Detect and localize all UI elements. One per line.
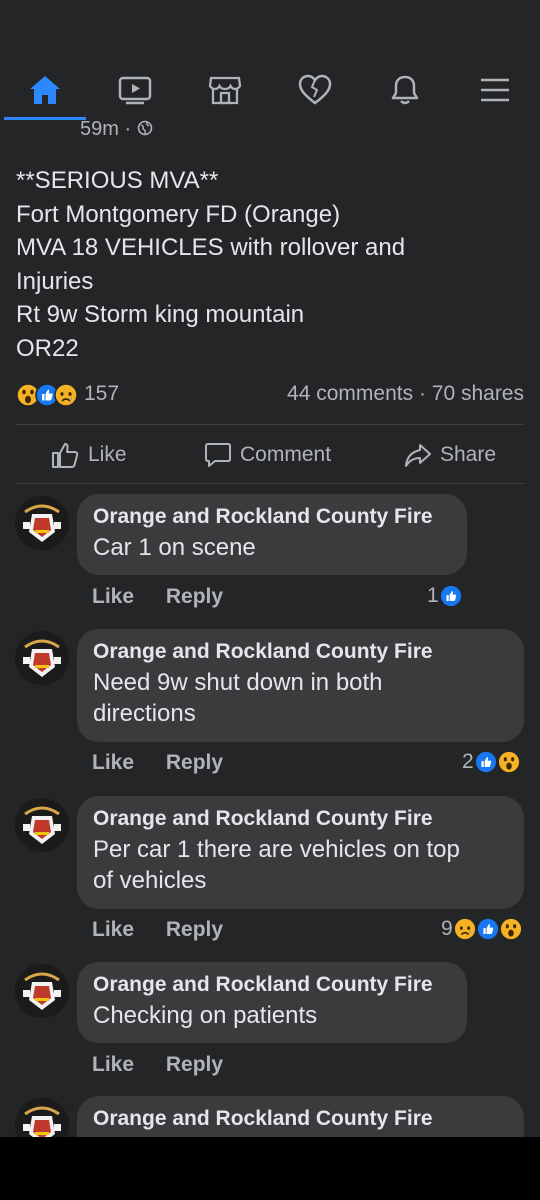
- like-label: Like: [88, 443, 127, 466]
- comment-author[interactable]: Orange and Rockland County Fire: [93, 637, 508, 667]
- shares-count[interactable]: 70 shares: [432, 382, 524, 405]
- wow-reaction-icon: [500, 918, 521, 940]
- share-label: Share: [440, 443, 497, 466]
- comment-text: Checking on patients: [93, 1002, 318, 1029]
- avatar[interactable]: [15, 798, 69, 852]
- comment-actions: Like Reply: [92, 585, 249, 609]
- comment-like-button[interactable]: Like: [92, 1053, 134, 1076]
- nav-notifications[interactable]: [375, 66, 435, 114]
- fire-department-logo-icon: [15, 496, 69, 550]
- post-line: MVA 18 VEHICLES with rollover and: [16, 234, 406, 262]
- like-reaction-icon: [477, 918, 498, 940]
- post-time: 59m: [80, 118, 119, 140]
- hamburger-menu-icon: [481, 78, 509, 102]
- sad-reaction-icon: [54, 383, 78, 407]
- globe-icon: [137, 120, 152, 136]
- avatar[interactable]: [15, 631, 69, 685]
- comment-reactions[interactable]: 2: [462, 750, 520, 774]
- comment-text-line: Need 9w shut down in both: [93, 669, 383, 696]
- nav-marketplace[interactable]: [195, 66, 255, 114]
- comment-bubble[interactable]: Orange and Rockland County Fire Need 9w …: [77, 629, 524, 742]
- comment-like-button[interactable]: Like: [92, 751, 134, 774]
- post-line: **SERIOUS MVA**: [16, 167, 219, 194]
- post-line: OR22: [16, 334, 79, 362]
- sad-reaction-icon: [454, 918, 475, 940]
- nav-watch[interactable]: [105, 66, 165, 114]
- comment-author[interactable]: Orange and Rockland County Fire: [93, 970, 451, 1000]
- video-icon: [118, 76, 152, 105]
- avatar[interactable]: [15, 964, 69, 1018]
- comment-actions: Like Reply: [92, 1053, 249, 1077]
- comment-author[interactable]: Orange and Rockland County Fire: [93, 1104, 508, 1134]
- avatar[interactable]: [15, 496, 69, 550]
- comment-text-line: Per car 1 there are vehicles on top: [93, 836, 460, 863]
- comment-author[interactable]: Orange and Rockland County Fire: [93, 804, 508, 834]
- post-line: Rt 9w Storm king mountain: [16, 301, 305, 329]
- reaction-icons[interactable]: [16, 383, 82, 407]
- comment-text-line: directions: [93, 700, 196, 727]
- thumbs-up-icon: [52, 443, 79, 468]
- comment-reactions[interactable]: 9: [441, 917, 522, 941]
- fire-department-logo-icon: [15, 631, 69, 685]
- comment-author[interactable]: Orange and Rockland County Fire: [93, 502, 451, 532]
- like-reaction-icon: [440, 585, 461, 607]
- comment-text-line: of vehicles: [93, 867, 207, 894]
- post-line: Fort Montgomery FD (Orange): [16, 200, 341, 228]
- comment-text: Car 1 on scene: [93, 534, 256, 561]
- reactions-summary: 157 44 comments · 70 shares: [16, 380, 524, 410]
- nav-home[interactable]: [15, 66, 75, 114]
- divider: [16, 424, 524, 425]
- system-navigation-bar: [0, 1137, 540, 1200]
- marketplace-icon: [208, 76, 242, 105]
- comment-bubble[interactable]: Orange and Rockland County Fire Car 1 on…: [77, 494, 467, 575]
- share-button[interactable]: Share: [404, 438, 496, 472]
- nav-dating[interactable]: [285, 66, 345, 114]
- comment-reply-button[interactable]: Reply: [166, 1053, 223, 1076]
- fire-department-logo-icon: [15, 798, 69, 852]
- heart-icon: [298, 74, 332, 105]
- post-line: Injuries: [16, 267, 94, 295]
- share-icon: [405, 444, 431, 467]
- post-meta: 59m ·: [80, 118, 153, 141]
- post-stats: 44 comments · 70 shares: [287, 382, 524, 405]
- comment-icon: [205, 443, 231, 467]
- comment-like-button[interactable]: Like: [92, 918, 134, 941]
- reaction-count[interactable]: 157: [84, 382, 119, 406]
- active-tab-indicator: [4, 117, 86, 120]
- divider: [16, 483, 524, 484]
- comment-reactions[interactable]: 1: [427, 584, 462, 608]
- comment-label: Comment: [240, 443, 332, 466]
- comment-bubble[interactable]: Orange and Rockland County Fire Per car …: [77, 796, 524, 909]
- comment-actions: Like Reply: [92, 751, 249, 775]
- comment-reaction-count: 2: [462, 750, 474, 773]
- like-button[interactable]: Like: [50, 438, 127, 472]
- comment-bubble[interactable]: Orange and Rockland County Fire Checking…: [77, 962, 467, 1043]
- comment-actions: Like Reply: [92, 918, 249, 942]
- wow-reaction-icon: [498, 751, 519, 773]
- comment-reply-button[interactable]: Reply: [166, 585, 223, 608]
- comment-reply-button[interactable]: Reply: [166, 918, 223, 941]
- nav-menu[interactable]: [465, 66, 525, 114]
- like-reaction-icon: [475, 751, 496, 773]
- fire-department-logo-icon: [15, 964, 69, 1018]
- comment-reaction-count: 1: [427, 584, 439, 607]
- comments-count[interactable]: 44 comments: [287, 382, 413, 405]
- comment-button[interactable]: Comment: [204, 438, 331, 472]
- comment-reply-button[interactable]: Reply: [166, 751, 223, 774]
- post-text: **SERIOUS MVA** Fort Montgomery FD (Oran…: [16, 164, 526, 366]
- top-nav-bar: [0, 0, 540, 120]
- comment-reaction-count: 9: [441, 917, 453, 940]
- comment-like-button[interactable]: Like: [92, 585, 134, 608]
- home-icon: [30, 76, 60, 104]
- bell-icon: [391, 75, 419, 105]
